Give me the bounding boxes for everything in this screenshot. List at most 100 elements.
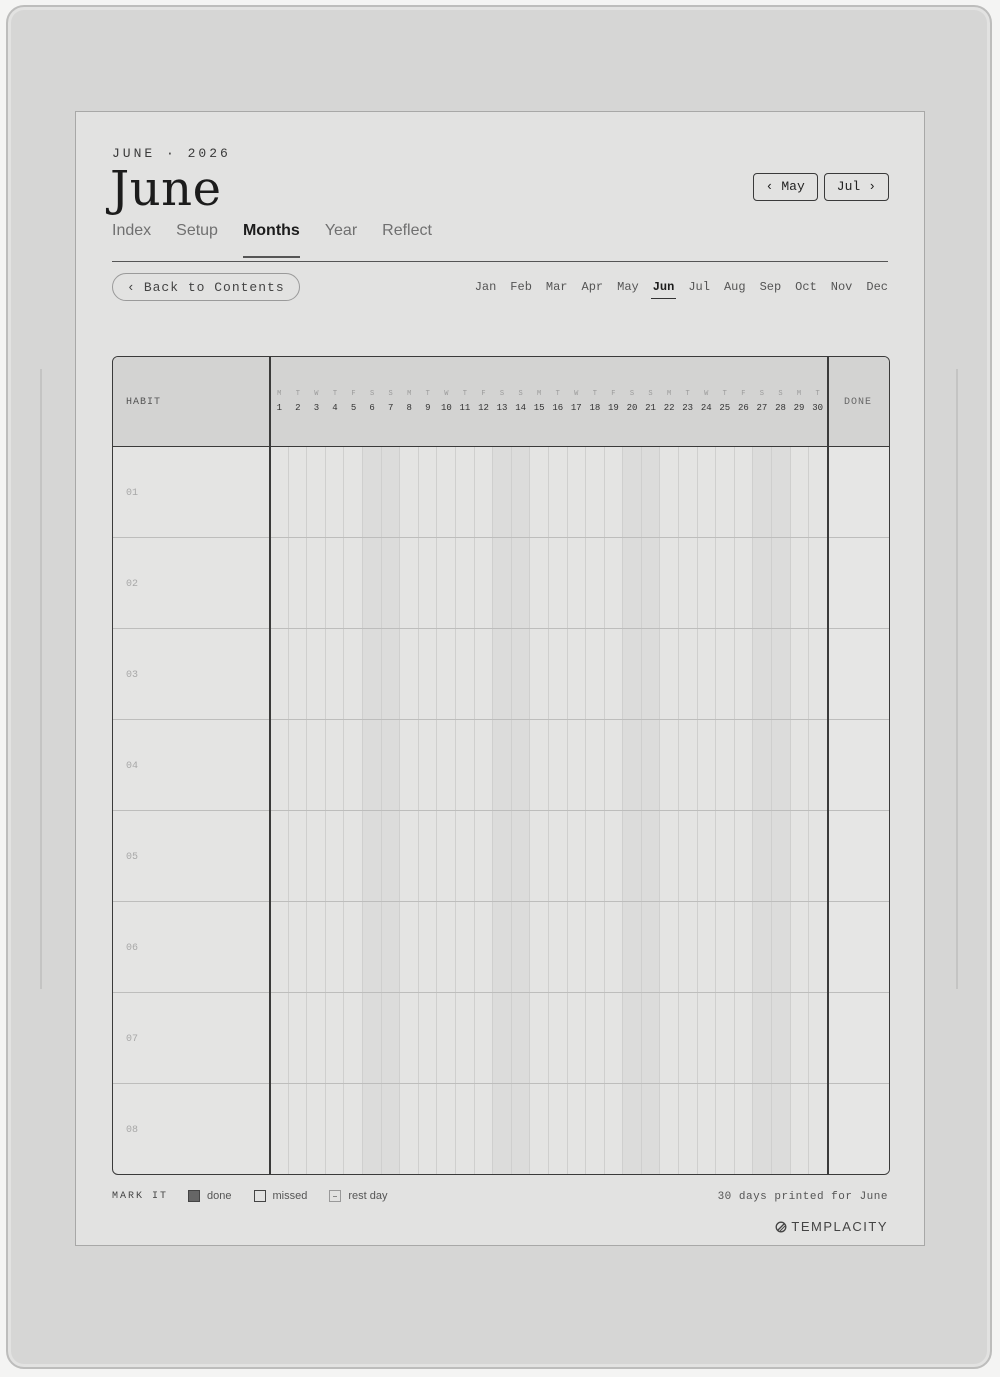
day-header-cell: S 14	[511, 357, 530, 447]
next-month-button[interactable]: Jul ›	[823, 173, 889, 201]
day-of-week-label: F	[481, 390, 486, 398]
day-header-cell: F5	[344, 357, 363, 447]
day-number-label: 25	[719, 403, 731, 413]
tab-index[interactable]: Index	[112, 222, 151, 258]
header-divider	[112, 261, 888, 262]
habit-column-header: HABIT	[126, 397, 162, 408]
day-of-week-label: M	[796, 390, 802, 398]
tab-reflect[interactable]: Reflect	[382, 222, 432, 258]
habit-row[interactable]: 06	[113, 902, 889, 993]
section-tabs: Index Setup Months Year Reflect	[112, 222, 432, 258]
month-pager: ‹ May Jul ›	[752, 173, 889, 201]
day-number-label: 29	[793, 403, 805, 413]
day-of-week-label: M	[407, 390, 412, 398]
month-link-aug[interactable]: Aug	[724, 280, 746, 297]
days-printed-note: 30 days printed for June	[717, 1191, 888, 1203]
legend-swatch-missed	[253, 1190, 266, 1202]
day-header-cell: T 16	[548, 357, 567, 447]
legend-item-rest: rest day	[329, 1190, 387, 1202]
month-link-dec[interactable]: Dec	[866, 280, 888, 297]
legend-item-label: missed	[272, 1190, 308, 1202]
habit-row[interactable]: 02	[113, 538, 889, 629]
day-of-week-label: M	[537, 390, 542, 398]
habit-row[interactable]: 03	[113, 629, 889, 720]
brand-name: TEMPLACITY	[791, 1219, 888, 1234]
day-header-cell: W 24	[697, 357, 716, 447]
prev-month-button[interactable]: ‹ May	[752, 173, 818, 201]
day-of-week-label: W	[704, 390, 709, 398]
brand-logo: TEMPLACITY	[775, 1219, 888, 1234]
habit-row[interactable]: 04	[113, 720, 889, 811]
day-of-week-label: W	[444, 390, 449, 398]
prev-month-label: May	[781, 179, 805, 194]
month-link-nov[interactable]: Nov	[831, 280, 853, 297]
day-header-cell: W 10	[437, 357, 456, 447]
day-header-cell: T4	[326, 357, 345, 447]
habit-row-number: 01	[126, 488, 139, 499]
day-header-cell: W 17	[567, 357, 586, 447]
month-link-jan[interactable]: Jan	[475, 280, 497, 297]
habit-row[interactable]: 01	[113, 447, 889, 538]
habit-row-number: 04	[126, 761, 139, 772]
month-link-jul[interactable]: Jul	[688, 280, 710, 297]
day-of-week-label: S	[648, 390, 653, 398]
day-number-label: 30	[812, 403, 823, 413]
day-of-week-label: F	[351, 390, 356, 398]
day-number-label: 4	[332, 403, 338, 413]
day-header-cell: M 22	[660, 357, 679, 447]
habit-tracker-grid: 01 02 03 04 05 06 07 08 HABIT M1T2W3T4F5S6S7M8T…	[112, 356, 890, 1175]
done-column-header: DONE	[843, 397, 872, 408]
device-side-mark-right	[956, 369, 958, 989]
tab-setup[interactable]: Setup	[176, 222, 218, 258]
day-header-cell: F 19	[604, 357, 623, 447]
month-link-sep[interactable]: Sep	[760, 280, 782, 297]
tab-months[interactable]: Months	[242, 222, 300, 258]
planner-page: JUNE · 2026 June ‹ May Jul › Index Setup M…	[75, 111, 925, 1246]
legend-item-label: rest day	[348, 1190, 388, 1202]
day-number-label: 11	[459, 403, 471, 413]
day-of-week-label: T	[815, 390, 820, 398]
day-header-cell: F 26	[734, 357, 753, 447]
page-kicker: JUNE · 2026	[112, 146, 231, 161]
day-number-label: 6	[369, 403, 375, 413]
month-link-oct[interactable]: Oct	[795, 280, 817, 297]
month-link-feb[interactable]: Feb	[510, 280, 532, 297]
month-link-jun[interactable]: Jun	[650, 280, 676, 299]
month-link-may[interactable]: May	[617, 280, 639, 297]
legend: MARK IT done missed rest day	[112, 1190, 401, 1202]
day-number-label: 2	[295, 403, 301, 413]
day-header-cell: S7	[381, 357, 400, 447]
day-of-week-label: T	[462, 390, 467, 398]
done-column-divider	[827, 357, 829, 1174]
habit-row[interactable]: 08	[113, 1084, 889, 1174]
day-header-cell: S 20	[623, 357, 642, 447]
tab-year[interactable]: Year	[325, 222, 357, 258]
habit-row-number: 07	[126, 1034, 139, 1045]
legend-swatch-done	[188, 1190, 201, 1202]
day-of-week-label: S	[369, 390, 375, 398]
day-number-label: 28	[775, 403, 786, 413]
grid-header: HABIT M 1 T 2 W 3 T 4 F 5 S 6 S 7 M 8 T 9 W 10 T 11 F 12 S 13 S 14 M…	[113, 357, 889, 447]
day-number-label: 10	[440, 403, 452, 413]
habit-row-number: 03	[126, 670, 139, 681]
day-header-cell: S 28	[771, 357, 790, 447]
habit-row[interactable]: 05	[113, 811, 889, 902]
month-link-apr[interactable]: Apr	[582, 280, 604, 297]
back-to-contents-button[interactable]: ‹ Back to Contents	[112, 273, 300, 301]
day-header-cell: W3	[307, 357, 326, 447]
templacity-logo-icon	[775, 1221, 787, 1232]
day-of-week-label: T	[332, 390, 338, 398]
month-link-mar[interactable]: Mar	[546, 280, 568, 297]
day-header-cell: S6	[363, 357, 382, 447]
day-number-label: 16	[552, 403, 564, 413]
day-number-label: 3	[313, 403, 320, 413]
day-number-label: 19	[608, 403, 619, 413]
habit-rows: 01 02 03 04 05 06 07 08	[113, 447, 889, 1174]
day-of-week-label: F	[611, 390, 616, 398]
day-header-cell: F 12	[474, 357, 493, 447]
day-header-cell: T 11	[456, 357, 475, 447]
day-number-label: 13	[496, 403, 508, 413]
habit-row[interactable]: 07	[113, 993, 889, 1084]
day-number-label: 14	[515, 403, 526, 413]
day-number-label: 20	[626, 403, 638, 413]
